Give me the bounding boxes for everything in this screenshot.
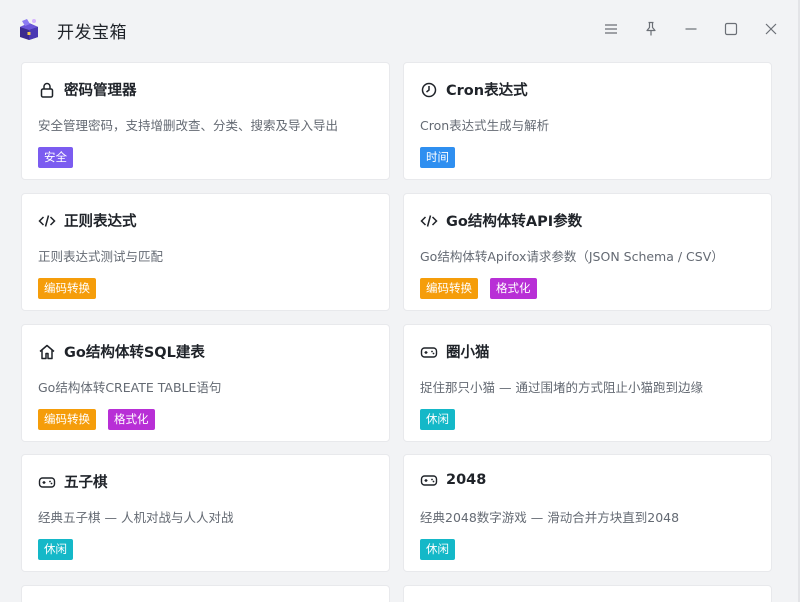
title-bar: 开发宝箱 [0,0,800,56]
card-description: 经典五子棋 — 人机对战与人人对战 [38,510,234,525]
code-icon [38,212,56,230]
code-icon [420,212,438,230]
pin-icon[interactable] [640,18,662,40]
tool-card-gomoku[interactable]: 五子棋 经典五子棋 — 人机对战与人人对战 休闲 [21,454,390,572]
tool-card-go-struct-to-api[interactable]: Go结构体转API参数 Go结构体转Apifox请求参数（JSON Schema… [403,193,772,311]
tag-badge: 时间 [420,147,455,168]
tag-badge: 休闲 [38,539,73,560]
tag-badge: 编码转换 [38,409,96,430]
tool-card-circle-cat[interactable]: 圈小猫 捉住那只小猫 — 通过围堵的方式阻止小猫跑到边缘 休闲 [403,324,772,442]
tag-badge: 休闲 [420,409,455,430]
card-description: Go结构体转CREATE TABLE语句 [38,380,222,395]
lock-icon [38,81,56,99]
tag-badge: 安全 [38,147,73,168]
tool-card-go-struct-to-sql[interactable]: Go结构体转SQL建表 Go结构体转CREATE TABLE语句 编码转换 格式… [21,324,390,442]
gamepad-icon [38,473,56,491]
tag-badge: 编码转换 [38,278,96,299]
app-title: 开发宝箱 [57,23,127,43]
tool-card-2048[interactable]: 2048 经典2048数字游戏 — 滑动合并方块直到2048 休闲 [403,454,772,572]
tool-card-regex[interactable]: 正则表达式 正则表达式测试与匹配 编码转换 [21,193,390,311]
card-title: 正则表达式 [64,214,137,230]
home-icon [38,343,56,361]
card-title: 圈小猫 [446,345,490,361]
card-title: Cron表达式 [446,83,528,99]
tag-badge: 休闲 [420,539,455,560]
card-description: Cron表达式生成与解析 [420,118,550,133]
treasure-box-logo-icon [17,17,41,41]
card-title: 五子棋 [64,475,108,491]
card-title: 密码管理器 [64,83,137,99]
card-description: Go结构体转Apifox请求参数（JSON Schema / CSV） [420,249,724,264]
close-icon[interactable] [760,18,782,40]
tool-card-password-manager[interactable]: 密码管理器 安全管理密码，支持增删改查、分类、搜索及导入导出 安全 [21,62,390,180]
card-description: 安全管理密码，支持增删改查、分类、搜索及导入导出 [38,118,339,133]
tag-badge: 格式化 [108,409,155,430]
tool-card-partial[interactable] [403,585,772,602]
card-description: 正则表达式测试与匹配 [38,249,164,264]
gamepad-icon [420,471,438,489]
card-title: Go结构体转SQL建表 [64,345,205,361]
maximize-icon[interactable] [720,18,742,40]
tool-grid: 密码管理器 安全管理密码，支持增删改查、分类、搜索及导入导出 安全 Cron表达… [0,56,800,602]
tool-card-cron-expression[interactable]: Cron表达式 Cron表达式生成与解析 时间 [403,62,772,180]
minimize-icon[interactable] [680,18,702,40]
gamepad-icon [420,343,438,361]
card-description: 捉住那只小猫 — 通过围堵的方式阻止小猫跑到边缘 [420,380,703,395]
tag-badge: 编码转换 [420,278,478,299]
card-description: 经典2048数字游戏 — 滑动合并方块直到2048 [420,510,680,525]
menu-icon[interactable] [600,18,622,40]
app-window: 开发宝箱 密码管理器 安全管理密码，支持增删改查、分类、搜索及导入导出 安全 C… [0,0,800,602]
clock-icon [420,81,438,99]
tag-badge: 格式化 [490,278,537,299]
card-title: 2048 [446,472,487,488]
card-title: Go结构体转API参数 [446,214,583,230]
tool-card-partial[interactable] [21,585,390,602]
